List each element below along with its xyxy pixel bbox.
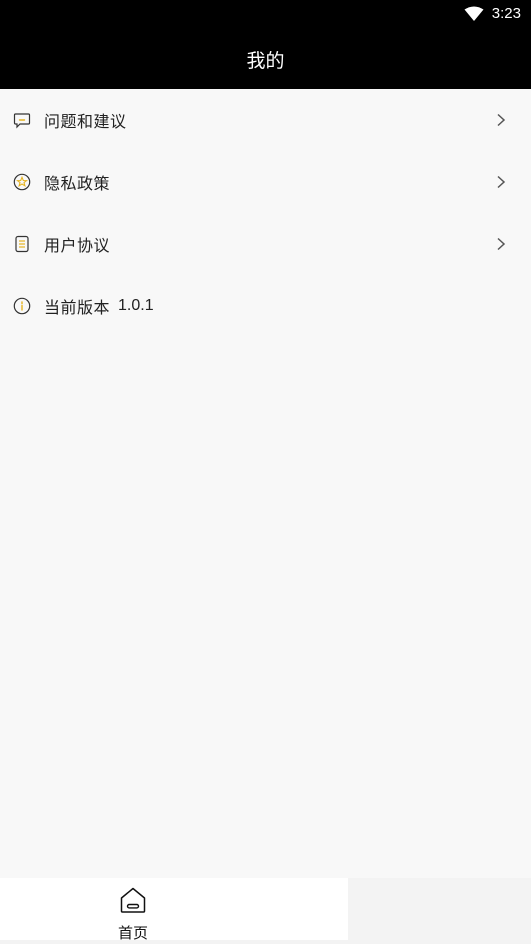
menu-item-label: 当前版本	[44, 298, 111, 317]
wifi-icon	[464, 6, 484, 22]
tab-home-label: 首页	[117, 924, 148, 942]
menu-item-user-agreement[interactable]: 用户协议	[0, 213, 531, 275]
status-bar: 3:23	[0, 0, 531, 30]
bottom-tab-bar: 首页	[0, 878, 531, 944]
privacy-star-icon	[13, 173, 31, 191]
menu-item-version: 当前版本 1.0.1	[0, 275, 531, 337]
menu-item-label: 隐私政策	[44, 174, 111, 193]
page-header: 我的	[0, 30, 531, 89]
home-icon	[119, 886, 147, 918]
settings-menu: 问题和建议 隐私政策 用户协议 当前版本 1.0.1	[0, 89, 531, 337]
status-time: 3:23	[491, 5, 521, 22]
chevron-right-icon	[497, 237, 506, 251]
menu-item-label: 用户协议	[44, 236, 111, 255]
menu-item-privacy-policy[interactable]: 隐私政策	[0, 151, 531, 213]
menu-item-label: 问题和建议	[44, 112, 127, 131]
chevron-right-icon	[497, 113, 506, 127]
status-indicators: 3:23	[464, 5, 521, 22]
tab-home[interactable]: 首页	[0, 878, 348, 943]
chevron-right-icon	[497, 175, 506, 189]
menu-item-feedback[interactable]: 问题和建议	[0, 89, 531, 151]
feedback-icon	[13, 111, 31, 129]
document-icon	[13, 235, 31, 253]
tab-home-content: 首页	[115, 886, 151, 943]
info-icon	[13, 297, 31, 315]
version-number: 1.0.1	[118, 297, 154, 314]
page-title: 我的	[246, 50, 285, 72]
